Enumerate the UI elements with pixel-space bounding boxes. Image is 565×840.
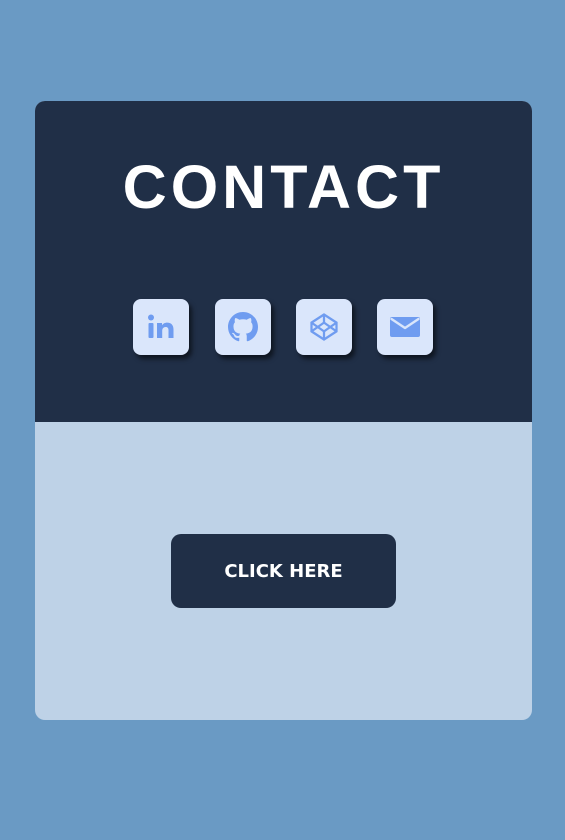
github-icon bbox=[228, 312, 258, 342]
linkedin-icon bbox=[148, 314, 174, 338]
contact-title: CONTACT bbox=[122, 153, 445, 221]
mail-icon bbox=[390, 317, 420, 337]
card-footer: CLICK HERE bbox=[35, 422, 532, 720]
click-here-button[interactable]: CLICK HERE bbox=[171, 534, 396, 608]
email-button[interactable] bbox=[377, 299, 433, 355]
codepen-button[interactable] bbox=[296, 299, 352, 355]
contact-card: CONTACT CLICK HERE bbox=[35, 101, 532, 720]
social-links bbox=[35, 299, 532, 355]
linkedin-button[interactable] bbox=[133, 299, 189, 355]
card-header: CONTACT bbox=[35, 101, 532, 422]
codepen-icon bbox=[310, 313, 338, 341]
github-button[interactable] bbox=[215, 299, 271, 355]
